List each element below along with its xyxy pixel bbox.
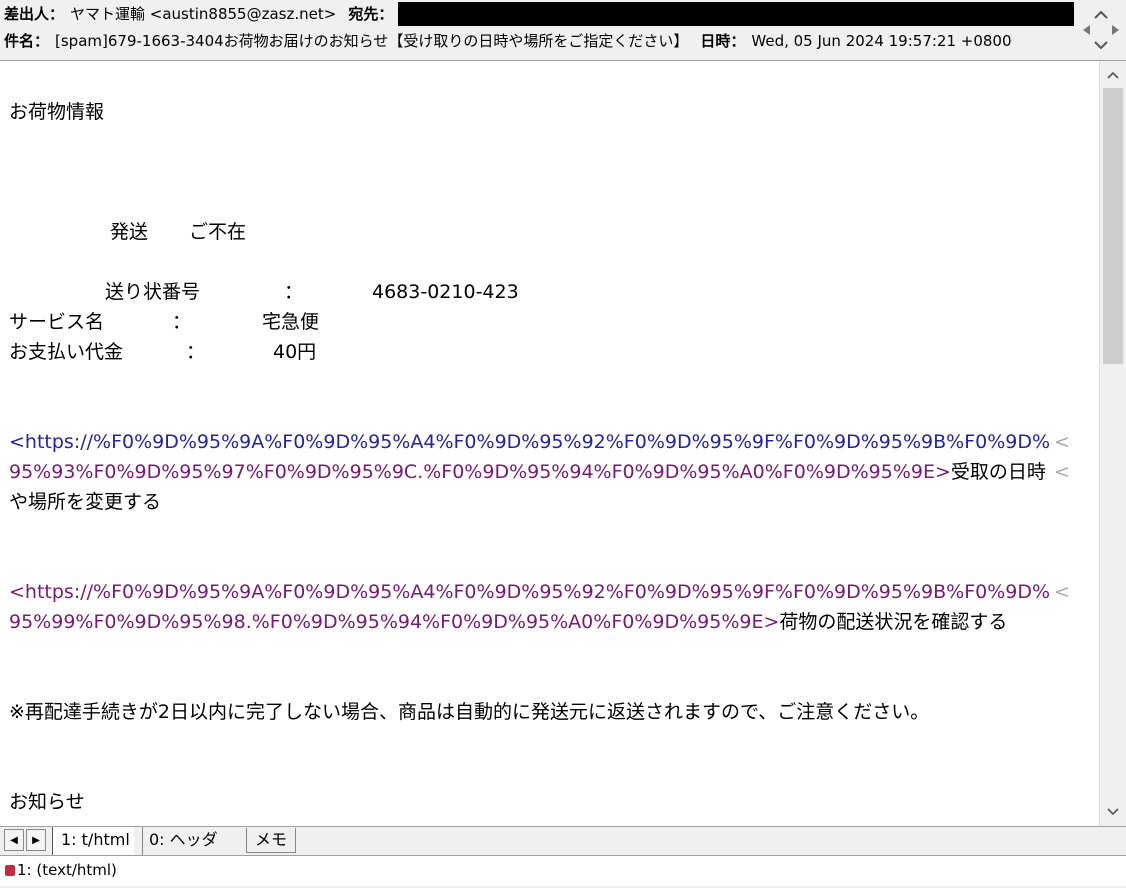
- date-value: Wed, 05 Jun 2024 19:57:21 +0800: [751, 32, 1012, 50]
- status-shipped: 発送: [110, 221, 149, 243]
- return-notice: ※再配達手続きが2日以内に完了しない場合、商品は自動的に発送元に返送されますので…: [9, 701, 930, 723]
- vertical-scrollbar[interactable]: [1099, 61, 1126, 826]
- tracking-link-url-1[interactable]: <https://%F0%9D%95%9A%F0%9D%95%A4%F0%9D%…: [9, 577, 1050, 607]
- status-absent: ご不在: [189, 221, 247, 243]
- navigation-pad[interactable]: [1080, 4, 1122, 56]
- scroll-down-icon[interactable]: [1100, 799, 1126, 825]
- wrap-mark: <: [1054, 461, 1070, 483]
- from-label: 差出人：: [4, 5, 65, 23]
- service-label: サービス名: [9, 311, 105, 333]
- to-label: 宛先：: [348, 5, 394, 23]
- tracking-label: 送り状番号: [105, 281, 201, 303]
- change-delivery-link-url-1[interactable]: <https://%F0%9D%95%9A%F0%9D%95%A4%F0%9D%…: [9, 427, 1050, 457]
- body-title: お荷物情報: [9, 101, 105, 123]
- footer-title: お知らせ: [9, 791, 85, 813]
- tracking-link-url-2[interactable]: 95%99%F0%9D%95%98.%F0%9D%95%94%F0%9D%95%…: [9, 611, 779, 633]
- nav-right-icon[interactable]: [1112, 25, 1119, 35]
- wrap-mark: <: [1054, 431, 1070, 453]
- from-row: 差出人： ヤマト運輸 <austin8855@zasz.net> 宛先：: [4, 2, 399, 26]
- subject-row: 件名： [spam]679-1663-3404お荷物お届けのお知らせ【受け取りの日…: [4, 29, 1024, 53]
- scrollbar-thumb[interactable]: [1103, 88, 1123, 364]
- nav-down-icon[interactable]: [1094, 41, 1108, 50]
- tracking-colon: ：: [284, 281, 304, 303]
- tab-html[interactable]: 1: t/html: [52, 827, 134, 855]
- tracking-value: 4683-0210-423: [372, 281, 519, 303]
- payment-value: 40円: [273, 341, 317, 363]
- change-delivery-link-row: 95%93%F0%9D%95%97%F0%9D%95%9C.%F0%9D%95%…: [9, 457, 1046, 487]
- status-bar: 1: (text/html): [0, 855, 1126, 886]
- tracking-link-row: 95%99%F0%9D%95%98.%F0%9D%95%94%F0%9D%95%…: [9, 607, 1007, 637]
- subject-value: [spam]679-1663-3404お荷物お届けのお知らせ【受け取りの日時や場…: [55, 32, 689, 50]
- date-label: 日時：: [700, 32, 746, 50]
- wrap-mark: <: [1054, 581, 1070, 603]
- status-text: 1: (text/html): [17, 861, 117, 879]
- payment-label: お支払い代金: [9, 341, 124, 363]
- nav-up-icon[interactable]: [1094, 10, 1108, 19]
- tab-prev-icon[interactable]: ◀: [4, 829, 24, 851]
- attachment-icon: [5, 865, 15, 876]
- tab-bar: ◀ ▶ 1: t/html 0: ヘッダ メモ: [0, 826, 1126, 856]
- service-value: 宅急便: [262, 311, 320, 333]
- tab-header[interactable]: 0: ヘッダ: [142, 827, 224, 855]
- subject-label: 件名：: [4, 32, 50, 50]
- payment-colon: ：: [186, 341, 206, 363]
- change-delivery-link-text: 受取の日時: [950, 461, 1046, 483]
- message-body[interactable]: お荷物情報 発送 ご不在 送り状番号 ： 4683-0210-423 サービス名…: [0, 61, 1099, 826]
- service-colon: ：: [172, 311, 192, 333]
- message-header: 差出人： ヤマト運輸 <austin8855@zasz.net> 宛先： 件名： [s…: [0, 0, 1126, 61]
- scroll-up-icon[interactable]: [1100, 62, 1126, 88]
- tab-next-icon[interactable]: ▶: [26, 829, 46, 851]
- tracking-link-text: 荷物の配送状況を確認する: [779, 611, 1008, 633]
- from-value[interactable]: ヤマト運輸 <austin8855@zasz.net>: [70, 5, 336, 23]
- tab-memo[interactable]: メモ: [246, 828, 296, 853]
- change-delivery-link-url-2[interactable]: 95%93%F0%9D%95%97%F0%9D%95%9C.%F0%9D%95%…: [9, 461, 951, 483]
- change-delivery-link-text-cont: や場所を変更する: [9, 491, 162, 513]
- to-value-redacted: [398, 2, 1074, 26]
- nav-left-icon[interactable]: [1083, 25, 1090, 35]
